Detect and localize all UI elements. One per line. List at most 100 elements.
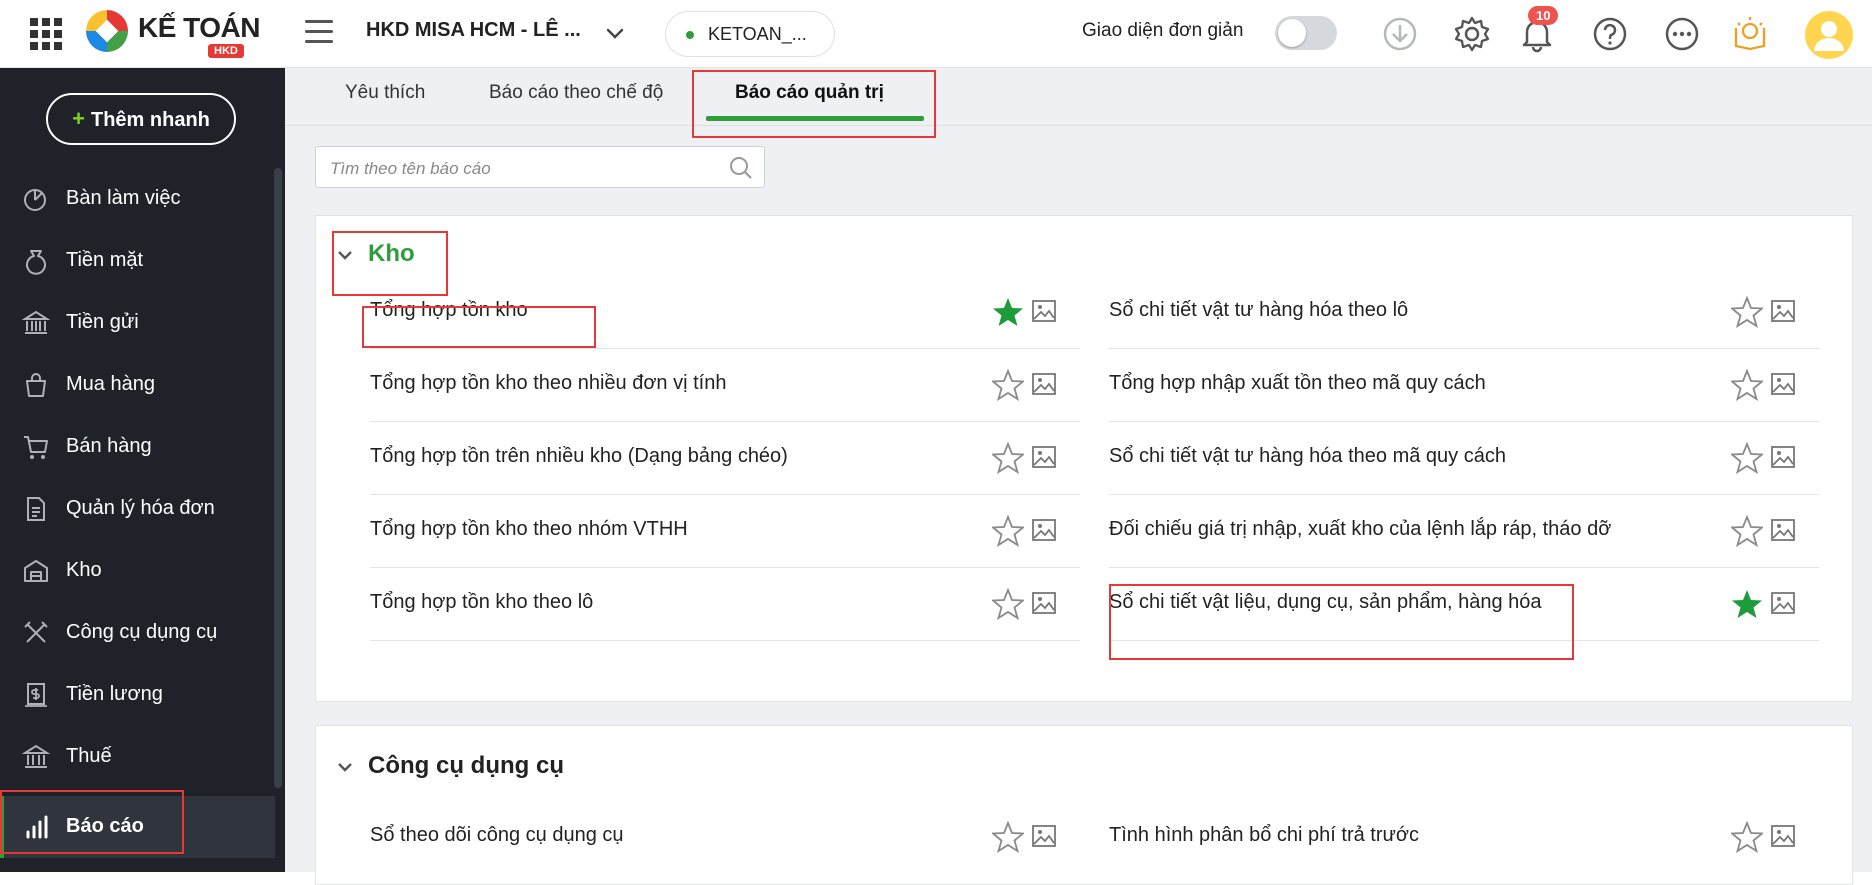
tax-building-icon bbox=[22, 744, 50, 768]
report-group-cong-cu-dung-cu: Công cụ dụng cụ Sổ theo dõi công cụ dụng… bbox=[315, 725, 1853, 885]
report-row[interactable]: Đối chiếu giá trị nhập, xuất kho của lện… bbox=[1109, 495, 1819, 568]
report-name[interactable]: Tổng hợp tồn kho theo nhóm VTHH bbox=[370, 518, 688, 541]
idea-book-icon[interactable] bbox=[1730, 14, 1770, 54]
image-preview-icon[interactable] bbox=[1769, 297, 1797, 325]
image-preview-icon[interactable] bbox=[1030, 370, 1058, 398]
favorite-star-filled-icon[interactable] bbox=[1731, 588, 1763, 620]
image-preview-icon[interactable] bbox=[1769, 822, 1797, 850]
sidebar-item-label: Thuế bbox=[66, 745, 112, 767]
report-row[interactable]: Tình hình phân bổ chi phí trả trước bbox=[1109, 801, 1819, 874]
favorite-star-icon[interactable] bbox=[992, 369, 1024, 401]
favorite-star-icon[interactable] bbox=[1731, 821, 1763, 853]
report-name[interactable]: Sổ chi tiết vật tư hàng hóa theo mã quy … bbox=[1109, 445, 1506, 468]
tabs-divider bbox=[285, 125, 1872, 126]
sidebar-item-cong-cu-dung-cu[interactable]: Công cụ dụng cụ bbox=[0, 602, 275, 664]
sidebar-item-kho[interactable]: Kho bbox=[0, 540, 275, 602]
report-name[interactable]: Tình hình phân bổ chi phí trả trước bbox=[1109, 824, 1419, 847]
sidebar-item-thue[interactable]: Thuế bbox=[0, 726, 275, 788]
image-preview-icon[interactable] bbox=[1769, 589, 1797, 617]
sidebar-item-quan-ly-hoa-don[interactable]: Quản lý hóa đơn bbox=[0, 478, 275, 540]
quick-add-button[interactable]: + Thêm nhanh bbox=[46, 93, 236, 145]
chevron-down-icon bbox=[338, 762, 352, 772]
image-preview-icon[interactable] bbox=[1030, 516, 1058, 544]
warehouse-icon bbox=[24, 560, 48, 582]
image-preview-icon[interactable] bbox=[1769, 370, 1797, 398]
group-header-cong-cu-dung-cu[interactable]: Công cụ dụng cụ bbox=[336, 752, 564, 780]
app-logo[interactable]: KẾ TOÁN HKD bbox=[84, 4, 264, 64]
report-name[interactable]: Sổ chi tiết vật tư hàng hóa theo lô bbox=[1109, 299, 1408, 322]
report-tabs: Yêu thích Báo cáo theo chế độ Báo cáo qu… bbox=[285, 68, 1872, 126]
report-row[interactable]: Tổng hợp tồn kho theo lô bbox=[370, 568, 1080, 641]
more-options-icon[interactable] bbox=[1662, 14, 1702, 54]
sidebar-item-label: Tiền mặt bbox=[66, 249, 144, 271]
hamburger-menu-icon[interactable] bbox=[305, 20, 333, 46]
main-content: Yêu thích Báo cáo theo chế độ Báo cáo qu… bbox=[285, 68, 1872, 885]
shopping-bag-icon bbox=[26, 373, 46, 397]
sidebar-scrollbar[interactable] bbox=[274, 168, 282, 788]
favorite-star-icon[interactable] bbox=[992, 588, 1024, 620]
highlight-box bbox=[362, 306, 596, 348]
database-name: KETOAN_... bbox=[708, 24, 807, 44]
image-preview-icon[interactable] bbox=[1030, 589, 1058, 617]
tab-bao-cao-theo-che-do[interactable]: Báo cáo theo chế độ bbox=[489, 82, 663, 104]
chevron-down-icon[interactable] bbox=[604, 22, 626, 44]
download-icon[interactable] bbox=[1380, 14, 1420, 54]
settings-gear-icon[interactable] bbox=[1452, 14, 1492, 54]
image-preview-icon[interactable] bbox=[1030, 443, 1058, 471]
favorite-star-icon[interactable] bbox=[1731, 369, 1763, 401]
sidebar-item-label: Mua hàng bbox=[66, 373, 155, 395]
status-dot-icon bbox=[686, 31, 694, 39]
favorite-star-icon[interactable] bbox=[1731, 515, 1763, 547]
tab-yeu-thich[interactable]: Yêu thích bbox=[345, 82, 425, 104]
report-name[interactable]: Tổng hợp nhập xuất tồn theo mã quy cách bbox=[1109, 372, 1486, 395]
report-group-kho: Kho Tổng hợp tồn kho Tổng hợp tồn kho th… bbox=[315, 215, 1853, 702]
sidebar-item-tien-gui[interactable]: Tiền gửi bbox=[0, 292, 275, 354]
invoice-icon bbox=[27, 497, 45, 521]
favorite-star-icon[interactable] bbox=[992, 442, 1024, 474]
favorite-star-icon[interactable] bbox=[1731, 296, 1763, 328]
report-name[interactable]: Tổng hợp tồn kho theo lô bbox=[370, 591, 593, 614]
tools-icon bbox=[24, 621, 48, 643]
database-selector[interactable]: KETOAN_... bbox=[665, 11, 835, 57]
report-name[interactable]: Sổ theo dõi công cụ dụng cụ bbox=[370, 824, 624, 847]
apps-grid-icon[interactable] bbox=[30, 18, 62, 50]
image-preview-icon[interactable] bbox=[1030, 822, 1058, 850]
simple-mode-toggle[interactable] bbox=[1275, 16, 1337, 50]
report-row[interactable]: Sổ theo dõi công cụ dụng cụ bbox=[370, 801, 1080, 874]
report-row[interactable]: Tổng hợp tồn kho theo nhiều đơn vị tính bbox=[370, 349, 1080, 422]
report-name[interactable]: Tổng hợp tồn kho theo nhiều đơn vị tính bbox=[370, 372, 726, 395]
user-avatar-icon[interactable] bbox=[1804, 10, 1854, 60]
highlight-box bbox=[0, 790, 184, 854]
favorite-star-icon[interactable] bbox=[992, 515, 1024, 547]
help-icon[interactable] bbox=[1590, 14, 1630, 54]
image-preview-icon[interactable] bbox=[1769, 443, 1797, 471]
report-row[interactable]: Tổng hợp tồn trên nhiều kho (Dạng bảng c… bbox=[370, 422, 1080, 495]
sidebar-item-label: Bàn làm việc bbox=[66, 187, 181, 209]
sidebar-item-label: Tiền gửi bbox=[66, 311, 139, 333]
quick-add-label: Thêm nhanh bbox=[90, 109, 210, 131]
report-row[interactable]: Tổng hợp nhập xuất tồn theo mã quy cách bbox=[1109, 349, 1819, 422]
image-preview-icon[interactable] bbox=[1769, 516, 1797, 544]
report-row[interactable]: Tổng hợp tồn kho theo nhóm VTHH bbox=[370, 495, 1080, 568]
report-name[interactable]: Đối chiếu giá trị nhập, xuất kho của lện… bbox=[1109, 518, 1611, 541]
search-icon[interactable] bbox=[728, 155, 754, 181]
favorite-star-icon[interactable] bbox=[992, 821, 1024, 853]
cash-bag-icon bbox=[26, 250, 46, 275]
logo-text: KẾ TOÁN bbox=[138, 12, 261, 43]
top-bar: KẾ TOÁN HKD HKD MISA HCM - LÊ ... KETOAN… bbox=[0, 0, 1872, 68]
sidebar-item-tien-luong[interactable]: Tiền lương bbox=[0, 664, 275, 726]
report-row[interactable]: Sổ chi tiết vật tư hàng hóa theo mã quy … bbox=[1109, 422, 1819, 495]
sidebar-item-ban-lam-viec[interactable]: Bàn làm việc bbox=[0, 168, 275, 230]
favorite-star-icon[interactable] bbox=[1731, 442, 1763, 474]
report-row[interactable]: Sổ chi tiết vật tư hàng hóa theo lô bbox=[1109, 276, 1819, 349]
sidebar-item-tien-mat[interactable]: Tiền mặt bbox=[0, 230, 275, 292]
bank-icon bbox=[22, 310, 50, 334]
report-search-input[interactable]: Tìm theo tên báo cáo bbox=[315, 146, 765, 188]
favorite-star-filled-icon[interactable] bbox=[992, 296, 1024, 328]
company-name[interactable]: HKD MISA HCM - LÊ ... bbox=[366, 19, 581, 42]
image-preview-icon[interactable] bbox=[1030, 297, 1058, 325]
logo-mark-icon bbox=[86, 10, 128, 52]
report-name[interactable]: Tổng hợp tồn trên nhiều kho (Dạng bảng c… bbox=[370, 445, 788, 468]
sidebar-item-ban-hang[interactable]: Bán hàng bbox=[0, 416, 275, 478]
sidebar-item-mua-hang[interactable]: Mua hàng bbox=[0, 354, 275, 416]
